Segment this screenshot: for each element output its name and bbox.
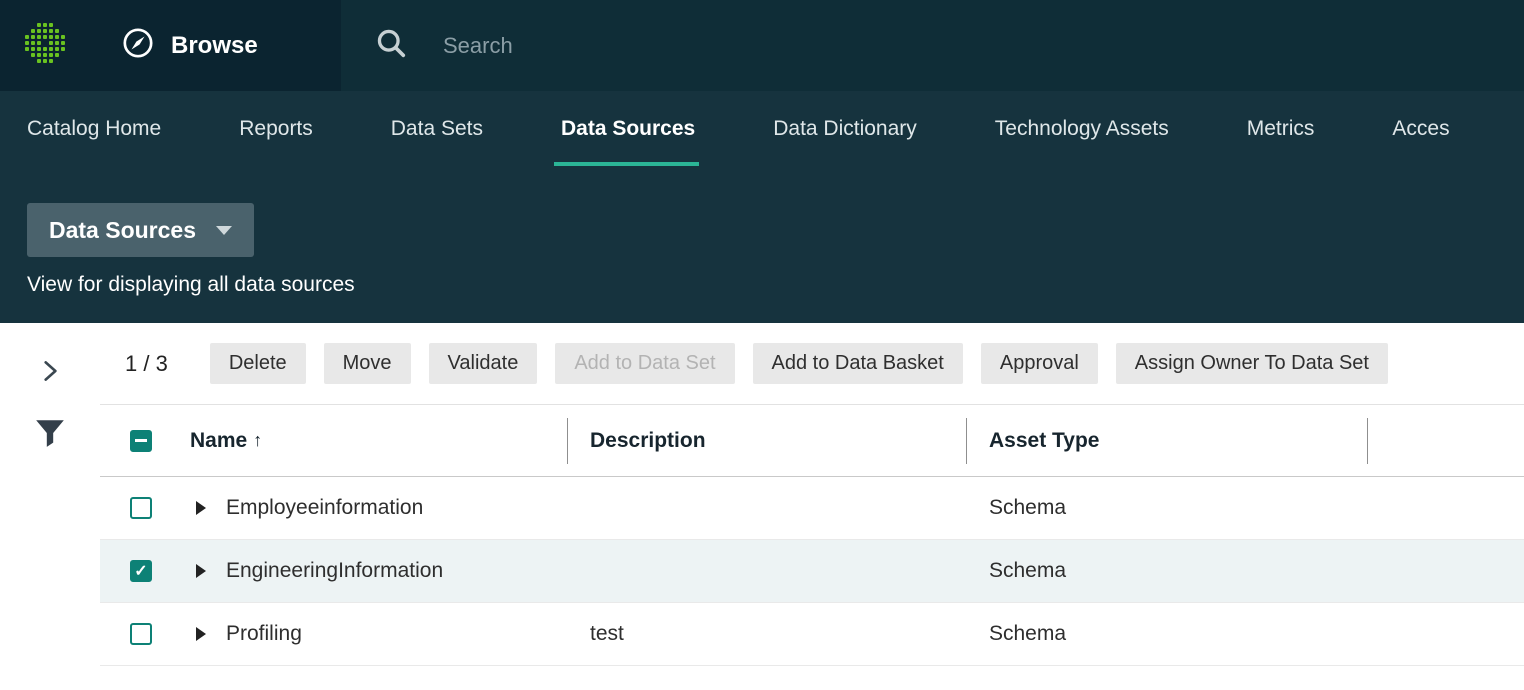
view-header: Data Sources View for displaying all dat… bbox=[0, 166, 1524, 323]
table-header-row: Name ↑ Description Asset Type bbox=[100, 405, 1524, 477]
header-cell-asset-type: Asset Type bbox=[967, 405, 1368, 476]
validate-button[interactable]: Validate bbox=[429, 343, 538, 384]
move-button[interactable]: Move bbox=[324, 343, 411, 384]
row-cell-asset-type: Schema bbox=[967, 477, 1368, 539]
row-cell-asset-type: Schema bbox=[967, 603, 1368, 665]
delete-button[interactable]: Delete bbox=[210, 343, 306, 384]
tab-reports[interactable]: Reports bbox=[239, 91, 313, 166]
row-cell-name: Profiling bbox=[100, 603, 568, 665]
header-cell-description: Description bbox=[568, 405, 967, 476]
row-cell-description bbox=[568, 477, 967, 539]
pagination-indicator[interactable]: 1 / 3 bbox=[125, 351, 168, 377]
tab-access[interactable]: Acces bbox=[1392, 91, 1449, 166]
column-label-description[interactable]: Description bbox=[590, 429, 706, 453]
asset-description: test bbox=[590, 622, 624, 646]
catalog-nav: Catalog Home Reports Data Sets Data Sour… bbox=[0, 91, 1524, 166]
tab-data-sets[interactable]: Data Sets bbox=[391, 91, 483, 166]
asset-name-link[interactable]: Profiling bbox=[226, 622, 302, 646]
add-to-data-basket-button[interactable]: Add to Data Basket bbox=[753, 343, 963, 384]
compass-icon bbox=[121, 26, 155, 65]
asset-name-link[interactable]: EngineeringInformation bbox=[226, 559, 443, 583]
chevron-down-icon bbox=[216, 226, 232, 235]
collibra-logo-icon bbox=[22, 19, 70, 72]
table-row[interactable]: Profiling test Schema bbox=[100, 603, 1524, 666]
assign-owner-button[interactable]: Assign Owner To Data Set bbox=[1116, 343, 1388, 384]
header-cell-name: Name ↑ bbox=[100, 405, 568, 476]
expand-row-icon[interactable] bbox=[196, 564, 206, 578]
add-to-data-set-button[interactable]: Add to Data Set bbox=[555, 343, 734, 384]
search-placeholder: Search bbox=[443, 33, 513, 59]
left-rail bbox=[0, 323, 100, 690]
row-cell-name: Employeeinformation bbox=[100, 477, 568, 539]
browse-label: Browse bbox=[171, 32, 258, 60]
table-row[interactable]: EngineeringInformation Schema bbox=[100, 540, 1524, 603]
asset-type-value: Schema bbox=[989, 622, 1066, 646]
tab-technology-assets[interactable]: Technology Assets bbox=[995, 91, 1169, 166]
approval-button[interactable]: Approval bbox=[981, 343, 1098, 384]
search-icon bbox=[373, 25, 409, 66]
expand-row-icon[interactable] bbox=[196, 501, 206, 515]
view-selector-dropdown[interactable]: Data Sources bbox=[27, 203, 254, 257]
filter-funnel-icon[interactable] bbox=[33, 416, 67, 455]
browse-menu-button[interactable]: Browse bbox=[91, 0, 341, 91]
asset-type-value: Schema bbox=[989, 496, 1066, 520]
column-label-name[interactable]: Name bbox=[190, 429, 247, 453]
asset-type-value: Schema bbox=[989, 559, 1066, 583]
expand-panel-chevron-icon[interactable] bbox=[36, 357, 64, 390]
row-checkbox[interactable] bbox=[130, 623, 152, 645]
sort-ascending-icon[interactable]: ↑ bbox=[253, 430, 262, 451]
content-area: 1 / 3 Delete Move Validate Add to Data S… bbox=[0, 323, 1524, 690]
tab-data-dictionary[interactable]: Data Dictionary bbox=[773, 91, 917, 166]
results-panel: 1 / 3 Delete Move Validate Add to Data S… bbox=[100, 323, 1524, 690]
app-logo[interactable] bbox=[0, 0, 91, 91]
select-all-checkbox[interactable] bbox=[130, 430, 152, 452]
tab-catalog-home[interactable]: Catalog Home bbox=[27, 91, 161, 166]
table-row[interactable]: Employeeinformation Schema bbox=[100, 477, 1524, 540]
search-input[interactable]: Search bbox=[341, 0, 1524, 91]
row-cell-description: test bbox=[568, 603, 967, 665]
expand-row-icon[interactable] bbox=[196, 627, 206, 641]
row-checkbox[interactable] bbox=[130, 560, 152, 582]
row-checkbox[interactable] bbox=[130, 497, 152, 519]
tab-data-sources[interactable]: Data Sources bbox=[561, 91, 695, 166]
top-bar: Browse Search bbox=[0, 0, 1524, 91]
tab-metrics[interactable]: Metrics bbox=[1247, 91, 1315, 166]
view-description: View for displaying all data sources bbox=[27, 273, 1524, 297]
table-toolbar: 1 / 3 Delete Move Validate Add to Data S… bbox=[100, 323, 1524, 405]
row-cell-name: EngineeringInformation bbox=[100, 540, 568, 602]
column-label-asset-type[interactable]: Asset Type bbox=[989, 429, 1100, 453]
row-cell-description bbox=[568, 540, 967, 602]
asset-name-link[interactable]: Employeeinformation bbox=[226, 496, 423, 520]
view-selector-label: Data Sources bbox=[49, 217, 196, 244]
header-cell-empty bbox=[1368, 405, 1524, 476]
row-cell-asset-type: Schema bbox=[967, 540, 1368, 602]
